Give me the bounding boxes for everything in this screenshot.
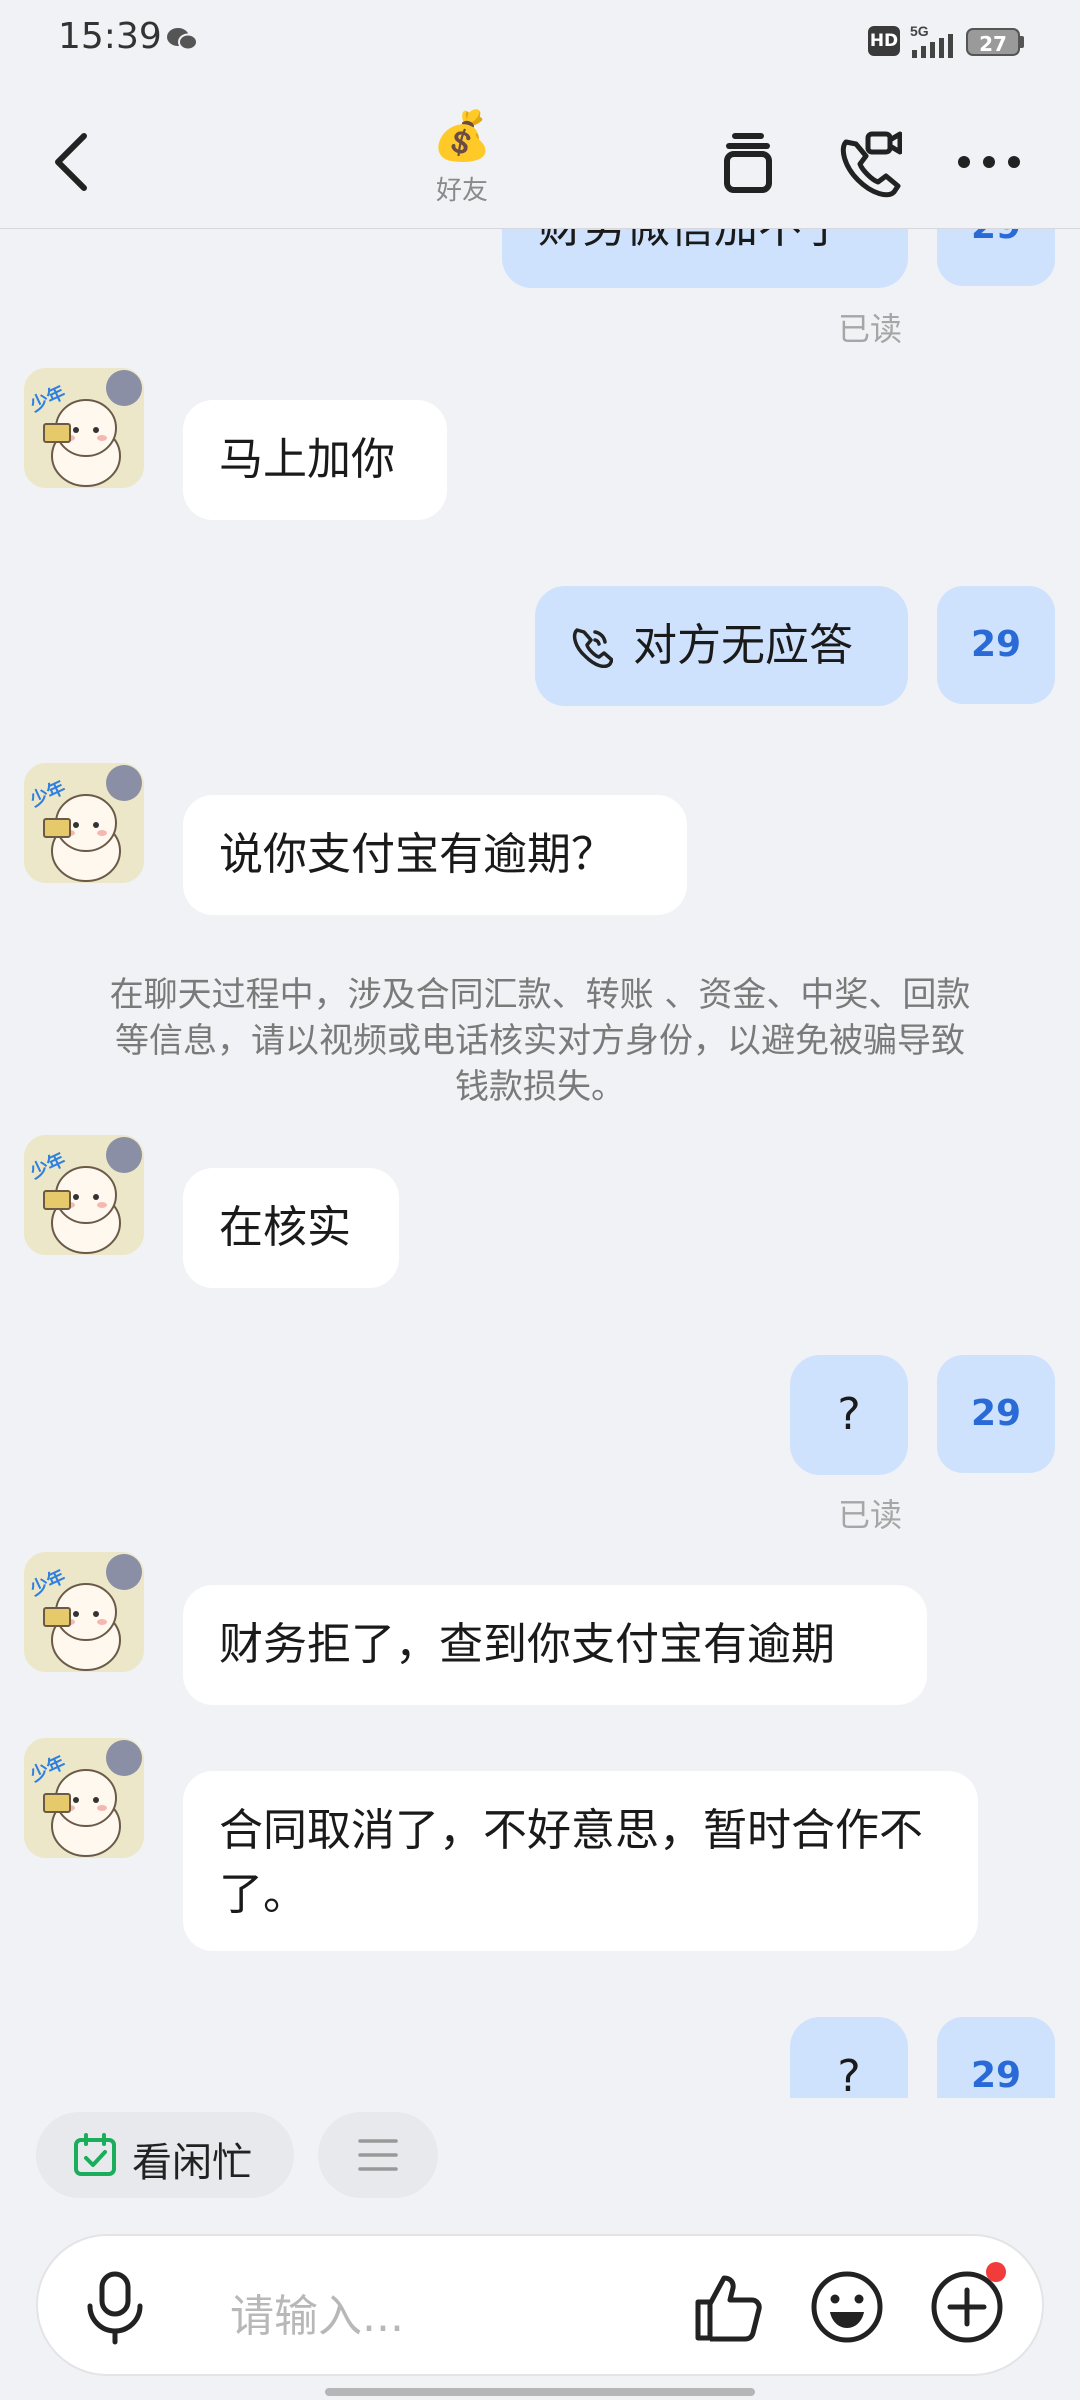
message-count-badge: 29 <box>937 586 1055 704</box>
message-bubble-incoming[interactable]: 财务拒了，查到你支付宝有逾期 <box>183 1585 927 1705</box>
back-arrow-icon[interactable] <box>44 122 104 202</box>
message-bubble-incoming[interactable]: 说你支付宝有逾期？ <box>183 795 687 915</box>
message-bubble-incoming[interactable]: 马上加你 <box>183 400 447 520</box>
input-bar: 请输入... <box>36 2234 1044 2376</box>
video-call-icon[interactable] <box>832 124 902 200</box>
avatar-cartoon-icon: 少年 <box>24 1738 144 1858</box>
signal-icon: 5G <box>910 23 953 58</box>
network-type: 5G <box>910 23 929 39</box>
message-text: 对方无应答 <box>633 620 853 671</box>
message-text: 财务拒了，查到你支付宝有逾期 <box>219 1619 835 1670</box>
wechat-icon <box>167 28 198 51</box>
message-text: ? <box>837 2051 861 2098</box>
emoji-icon[interactable] <box>808 2268 886 2346</box>
chat-header: 💰 好友 <box>0 84 1080 229</box>
message-text: 在核实 <box>219 1202 351 1253</box>
battery-tip <box>1020 36 1024 48</box>
avatar[interactable]: 少年 <box>24 368 144 488</box>
message-count-badge: 29 <box>937 1355 1055 1473</box>
home-indicator[interactable] <box>325 2388 755 2396</box>
avatar-cartoon-icon: 少年 <box>24 1552 144 1672</box>
read-receipt: 已读 <box>838 310 903 348</box>
security-notice: 在聊天过程中，涉及合同汇款、转账 、资金、中奖、回款等信息，请以视频或电话核实对… <box>109 975 971 1107</box>
message-text: ? <box>837 1389 861 1440</box>
message-count-badge: 29 <box>937 228 1055 286</box>
copy-icon[interactable] <box>713 124 783 200</box>
avatar[interactable]: 少年 <box>24 763 144 883</box>
avatar-cartoon-icon: 少年 <box>24 1135 144 1255</box>
message-bubble-outgoing[interactable]: 财务微信加不了 <box>502 228 908 288</box>
message-text: 财务微信加不了 <box>538 228 846 253</box>
money-bag-icon: 💰 <box>432 108 492 164</box>
menu-lines-icon <box>358 2139 398 2171</box>
avatar-cartoon-icon: 少年 <box>24 368 144 488</box>
avatar[interactable]: 少年 <box>24 1135 144 1255</box>
phone-call-icon <box>572 628 613 668</box>
more-icon[interactable] <box>954 124 1024 200</box>
hd-icon: HD <box>868 26 900 56</box>
message-bubble-outgoing[interactable]: ? <box>790 1355 908 1475</box>
avatar-cartoon-icon: 少年 <box>24 763 144 883</box>
message-count-badge: 29 <box>937 2017 1055 2098</box>
thumbs-up-icon[interactable] <box>690 2268 768 2346</box>
message-bubble-incoming[interactable]: 在核实 <box>183 1168 399 1288</box>
chat-list[interactable]: 财务微信加不了 29 已读 少年 马上加你 对方无应答 29 <box>0 228 1080 2098</box>
status-time: 15:39 <box>58 16 162 57</box>
message-bubble-outgoing[interactable]: ? <box>790 2017 908 2098</box>
notification-dot <box>986 2262 1006 2282</box>
message-input[interactable]: 请输入... <box>230 2280 404 2344</box>
battery-icon: 27 <box>966 28 1020 56</box>
status-bar: 15:39 HD 5G 27 <box>0 0 1080 84</box>
message-text: 说你支付宝有逾期？ <box>219 829 615 880</box>
message-bubble-incoming[interactable]: 合同取消了，不好意思，暂时合作不了。 <box>183 1771 978 1951</box>
check-busy-label: 看闲忙 <box>132 2140 252 2186</box>
chat-title[interactable]: 好友 <box>412 170 512 207</box>
read-receipt: 已读 <box>838 1496 903 1534</box>
check-busy-button[interactable]: 看闲忙 <box>36 2112 294 2198</box>
message-text: 马上加你 <box>219 434 395 485</box>
message-text: 合同取消了，不好意思，暂时合作不了。 <box>219 1805 923 1920</box>
microphone-icon[interactable] <box>76 2268 154 2346</box>
menu-button[interactable] <box>318 2112 438 2198</box>
avatar[interactable]: 少年 <box>24 1738 144 1858</box>
calendar-check-icon <box>74 2133 116 2176</box>
avatar[interactable]: 少年 <box>24 1552 144 1672</box>
call-record-bubble[interactable]: 对方无应答 <box>535 586 908 706</box>
